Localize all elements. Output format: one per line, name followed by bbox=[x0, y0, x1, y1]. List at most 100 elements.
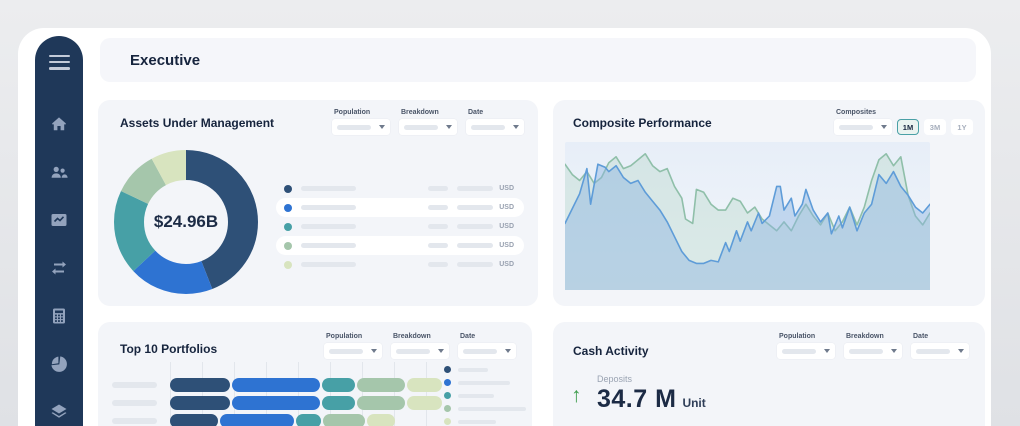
bar-segment bbox=[322, 396, 355, 410]
home-icon[interactable] bbox=[49, 114, 69, 134]
legend-value-placeholder bbox=[428, 186, 448, 191]
composite-card: Composite Performance Composites 1M 3M 1Y bbox=[553, 100, 985, 306]
legend-dot bbox=[284, 261, 292, 269]
legend-name-placeholder bbox=[458, 407, 526, 411]
legend-value-placeholder bbox=[428, 224, 448, 229]
bar-segment bbox=[407, 396, 442, 410]
pie-chart-icon[interactable] bbox=[49, 354, 69, 374]
date-label: Date bbox=[913, 333, 969, 340]
date-label: Date bbox=[460, 333, 516, 340]
aum-legend-row: USD bbox=[276, 179, 524, 198]
aum-legend-row: USD bbox=[276, 236, 524, 255]
breakdown-select[interactable] bbox=[399, 119, 457, 135]
chevron-down-icon bbox=[881, 125, 887, 129]
legend-dot bbox=[284, 185, 292, 193]
bar-segment bbox=[322, 378, 355, 392]
transfers-icon[interactable] bbox=[49, 258, 69, 278]
date-label: Date bbox=[468, 109, 524, 116]
bar-segment bbox=[407, 378, 442, 392]
portfolio-bar-row bbox=[112, 396, 444, 410]
composite-performance-chart bbox=[565, 142, 930, 290]
date-select[interactable] bbox=[911, 343, 969, 359]
breakdown-select[interactable] bbox=[391, 343, 449, 359]
range-button-1y[interactable]: 1Y bbox=[951, 119, 973, 135]
select-placeholder bbox=[782, 349, 816, 354]
calculator-icon[interactable] bbox=[49, 306, 69, 326]
portfolios-filters: Population Breakdown Date bbox=[324, 333, 516, 359]
portfolios-legend-row bbox=[444, 405, 526, 412]
legend-value-placeholder bbox=[428, 205, 448, 210]
cash-filters: Population Breakdown Date bbox=[777, 333, 969, 359]
aum-legend: USDUSDUSDUSDUSD bbox=[276, 179, 524, 274]
performance-chart-icon[interactable] bbox=[49, 210, 69, 230]
legend-name-placeholder bbox=[301, 243, 356, 248]
chevron-down-icon bbox=[958, 349, 964, 353]
filter-date: Date bbox=[466, 109, 524, 135]
legend-dot bbox=[444, 379, 451, 386]
portfolios-legend-row bbox=[444, 392, 526, 399]
population-label: Population bbox=[779, 333, 835, 340]
bar-segment bbox=[323, 414, 365, 426]
composite-card-title: Composite Performance bbox=[573, 116, 712, 130]
legend-dot bbox=[284, 242, 292, 250]
aum-donut-chart: $24.96B bbox=[112, 148, 260, 296]
layers-icon[interactable] bbox=[49, 402, 69, 422]
currency-label: USD bbox=[499, 242, 514, 249]
legend-name-placeholder bbox=[301, 262, 356, 267]
deposits-value: 34.7 M bbox=[597, 385, 676, 414]
sidebar bbox=[35, 36, 83, 426]
filter-population: Population bbox=[332, 109, 390, 135]
bar-segment bbox=[170, 396, 230, 410]
breakdown-select[interactable] bbox=[844, 343, 902, 359]
portfolio-bar-row bbox=[112, 414, 444, 426]
chevron-down-icon bbox=[379, 125, 385, 129]
date-select[interactable] bbox=[466, 119, 524, 135]
portfolios-legend bbox=[444, 366, 526, 426]
legend-dot bbox=[444, 366, 451, 373]
portfolios-card-title: Top 10 Portfolios bbox=[120, 342, 217, 356]
deposits-label: Deposits bbox=[597, 374, 632, 384]
legend-name-placeholder bbox=[458, 368, 488, 372]
legend-value-placeholder bbox=[457, 262, 493, 267]
population-select[interactable] bbox=[332, 119, 390, 135]
population-select[interactable] bbox=[324, 343, 382, 359]
composites-select[interactable] bbox=[834, 119, 892, 135]
currency-label: USD bbox=[499, 204, 514, 211]
select-placeholder bbox=[337, 125, 371, 130]
row-label-placeholder bbox=[112, 418, 157, 424]
chevron-down-icon bbox=[513, 125, 519, 129]
portfolios-bar-chart bbox=[112, 378, 444, 426]
page-header: Executive bbox=[100, 38, 976, 82]
breakdown-label: Breakdown bbox=[393, 333, 449, 340]
range-button-1m[interactable]: 1M bbox=[897, 119, 919, 135]
portfolios-legend-row bbox=[444, 366, 526, 373]
users-icon[interactable] bbox=[49, 162, 69, 182]
aum-filters: Population Breakdown Date bbox=[332, 109, 524, 135]
row-label-placeholder bbox=[112, 382, 157, 388]
population-select[interactable] bbox=[777, 343, 835, 359]
row-label-placeholder bbox=[112, 400, 157, 406]
cash-card-title: Cash Activity bbox=[573, 344, 649, 358]
breakdown-label: Breakdown bbox=[846, 333, 902, 340]
bar-segment bbox=[170, 414, 218, 426]
range-toggle: 1M 3M 1Y bbox=[897, 119, 973, 135]
chevron-down-icon bbox=[505, 349, 511, 353]
select-placeholder bbox=[404, 125, 438, 130]
bar-segment bbox=[232, 378, 320, 392]
chevron-down-icon bbox=[371, 349, 377, 353]
trend-up-arrow-icon: ↑ bbox=[571, 384, 582, 408]
legend-name-placeholder bbox=[458, 381, 510, 385]
bar-segment bbox=[232, 396, 320, 410]
legend-value-placeholder bbox=[457, 224, 493, 229]
date-select[interactable] bbox=[458, 343, 516, 359]
range-button-3m[interactable]: 3M bbox=[924, 119, 946, 135]
currency-label: USD bbox=[499, 223, 514, 230]
portfolio-bar-row bbox=[112, 378, 444, 392]
bar-segment bbox=[367, 414, 395, 426]
filter-breakdown: Breakdown bbox=[399, 109, 457, 135]
composites-label: Composites bbox=[836, 109, 973, 116]
legend-dot bbox=[444, 392, 451, 399]
legend-name-placeholder bbox=[301, 205, 356, 210]
menu-icon[interactable] bbox=[49, 51, 70, 73]
chevron-down-icon bbox=[824, 349, 830, 353]
